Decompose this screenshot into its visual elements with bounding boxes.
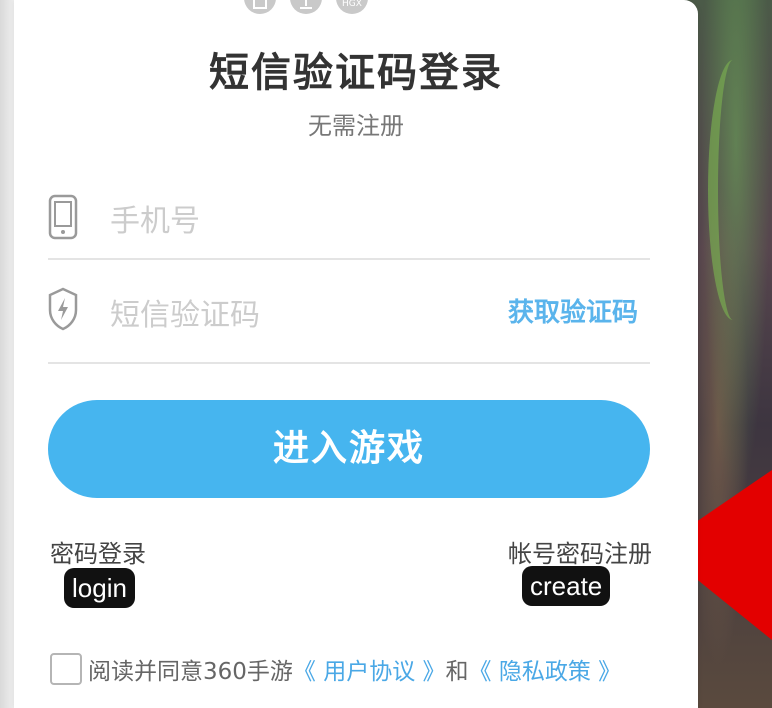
export-icon[interactable] — [290, 0, 322, 14]
enter-game-button[interactable]: 进入游戏 — [48, 400, 650, 498]
agreement-checkbox[interactable] — [50, 653, 82, 685]
dialog-subtitle: 无需注册 — [308, 112, 404, 140]
phone-number-field[interactable]: 手机号 — [48, 178, 650, 260]
password-login-link[interactable]: 密码登录 — [50, 534, 146, 569]
left-background-strip — [0, 0, 14, 708]
vine-decoration — [708, 60, 758, 320]
agreement-row: 阅读并同意360手游 《 用户协议 》 和 《 隐私政策 》 — [50, 652, 621, 686]
share-icon[interactable] — [244, 0, 276, 14]
privacy-policy-link[interactable]: 《 隐私政策 》 — [469, 652, 622, 686]
agreement-prefix: 阅读并同意360手游 — [88, 659, 293, 685]
account-register-link[interactable]: 帐号密码注册 — [508, 534, 652, 569]
get-code-button[interactable]: 获取验证码 — [508, 292, 638, 329]
hgx-badge[interactable]: HGX — [336, 0, 368, 14]
sms-code-placeholder: 短信验证码 — [110, 298, 260, 333]
dialog-title: 短信验证码登录 — [209, 50, 503, 96]
shield-lightning-icon — [48, 287, 78, 331]
agreement-and: 和 — [445, 659, 469, 685]
sms-code-field[interactable]: 短信验证码 获取验证码 — [48, 270, 650, 364]
phone-icon — [48, 194, 78, 240]
login-annotation-tag: login — [64, 568, 135, 608]
sms-login-dialog: HGX 短信验证码登录 无需注册 手机号 短信验证码 获取验证码 进入游戏 密码… — [14, 0, 698, 708]
user-agreement-link[interactable]: 《 用户协议 》 — [293, 652, 446, 686]
create-annotation-tag: create — [522, 566, 611, 606]
phone-number-placeholder: 手机号 — [110, 204, 200, 239]
top-icon-bar: HGX — [244, 0, 368, 14]
